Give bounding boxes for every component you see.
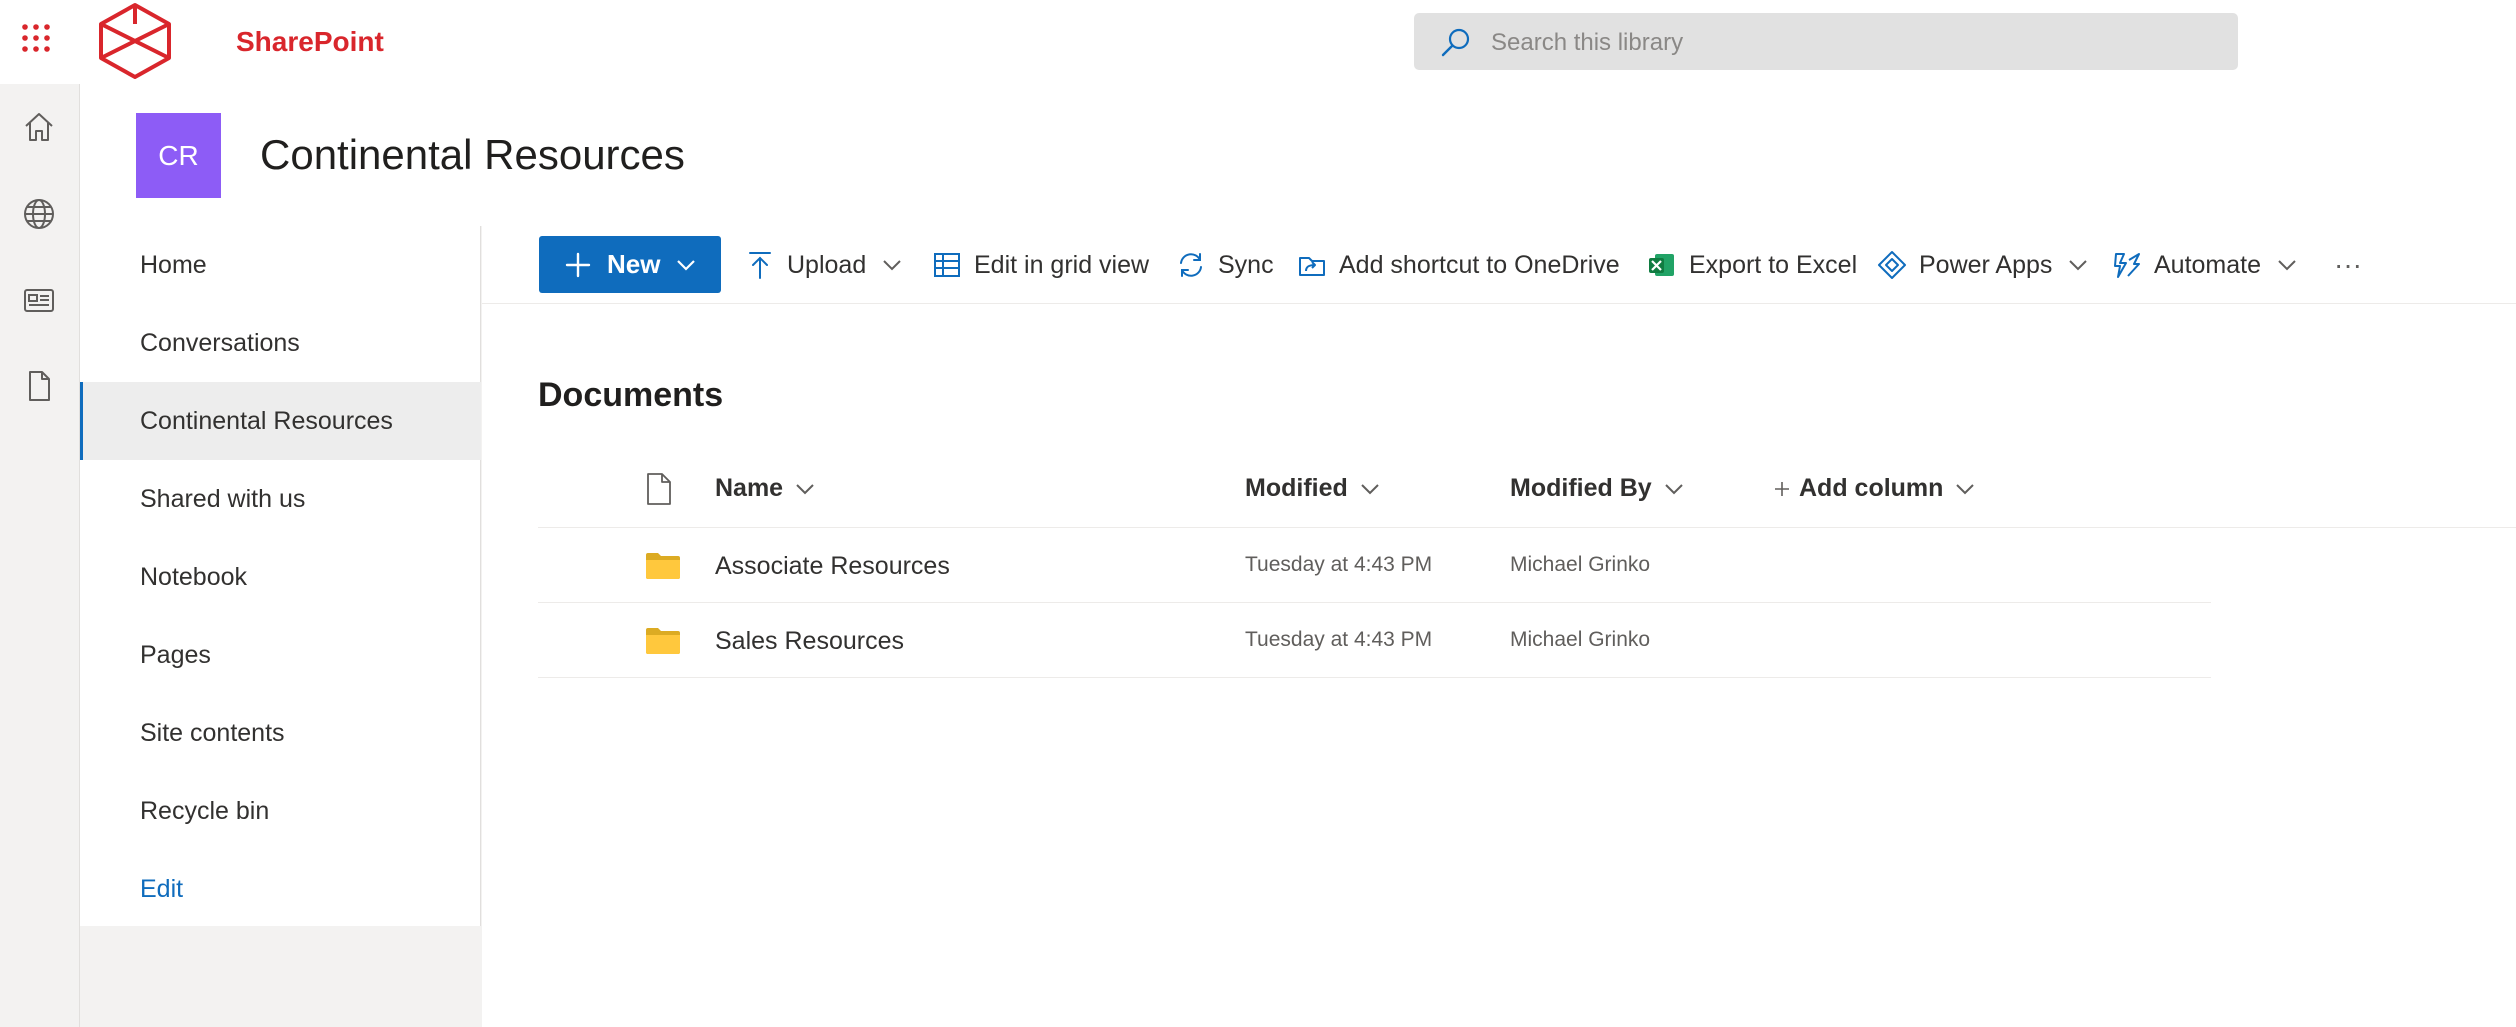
- grid-icon: [934, 253, 960, 277]
- add-shortcut-label: Add shortcut to OneDrive: [1339, 250, 1620, 279]
- search-box[interactable]: Search this library: [1414, 13, 2238, 70]
- table-row[interactable]: Associate Resources Tuesday at 4:43 PM M…: [538, 528, 2211, 603]
- edit-grid-view-label: Edit in grid view: [974, 250, 1150, 279]
- column-header-modified[interactable]: Modified: [1245, 474, 1380, 503]
- power-apps-icon: [1878, 251, 1906, 279]
- library-title: Documents: [538, 376, 724, 414]
- chevron-down-icon: [2278, 260, 2296, 271]
- sync-icon: [1180, 253, 1202, 277]
- nav-item-notebook[interactable]: Notebook: [80, 538, 481, 616]
- left-navigation: Home Conversations Continental Resources…: [80, 226, 482, 1027]
- row-modified: Tuesday at 4:43 PM: [1245, 628, 1433, 651]
- row-name[interactable]: Sales Resources: [715, 627, 904, 656]
- automate-icon: [2114, 253, 2140, 278]
- suite-header: SharePoint Search this library: [0, 0, 2516, 84]
- column-header-name[interactable]: Name: [715, 474, 815, 503]
- chevron-down-icon: [883, 260, 901, 271]
- file-type-icon[interactable]: [644, 472, 674, 506]
- upload-label: Upload: [787, 250, 867, 279]
- list-header: Name Modified Modified By Add column: [538, 452, 2516, 528]
- column-modified-label: Modified: [1245, 474, 1348, 502]
- nav-edit-link[interactable]: Edit: [80, 850, 481, 928]
- automate-label: Automate: [2154, 250, 2262, 279]
- power-apps-button[interactable]: Power Apps: [1877, 226, 2088, 304]
- plus-icon: [1775, 481, 1789, 496]
- site-logo[interactable]: CR: [136, 113, 221, 198]
- chevron-down-icon: [677, 259, 696, 271]
- command-bar: New Upload Edit in grid view Sync Add sh…: [482, 226, 2516, 304]
- column-name-label: Name: [715, 474, 784, 502]
- app-bar: [0, 84, 80, 1027]
- export-to-excel-button[interactable]: Export to Excel: [1647, 226, 1857, 304]
- add-column-label: Add column: [1799, 474, 1944, 502]
- chevron-down-icon: [1664, 483, 1683, 494]
- nav-item-shared-with-us[interactable]: Shared with us: [80, 460, 481, 538]
- chevron-down-icon: [796, 483, 814, 494]
- nav-item-continental-resources[interactable]: Continental Resources: [80, 382, 481, 460]
- edit-grid-view-button[interactable]: Edit in grid view: [932, 226, 1149, 304]
- row-name[interactable]: Associate Resources: [715, 552, 950, 581]
- red-hexagon-logo-icon[interactable]: [98, 2, 172, 80]
- table-row[interactable]: Sales Resources Tuesday at 4:43 PM Micha…: [538, 603, 2211, 678]
- excel-icon: [1649, 254, 1674, 276]
- nav-item-home[interactable]: Home: [80, 226, 481, 304]
- app-launcher-waffle-icon[interactable]: [21, 23, 51, 53]
- search-placeholder: Search this library: [1491, 29, 1684, 56]
- row-modified: Tuesday at 4:43 PM: [1245, 553, 1433, 576]
- automate-button[interactable]: Automate: [2112, 226, 2297, 304]
- document-icon[interactable]: [19, 366, 59, 406]
- nav-item-conversations[interactable]: Conversations: [80, 304, 481, 382]
- sync-button[interactable]: Sync: [1176, 226, 1274, 304]
- row-modified-by: Michael Grinko: [1510, 553, 1651, 576]
- home-icon[interactable]: [19, 107, 59, 147]
- column-header-modified-by[interactable]: Modified By: [1510, 474, 1684, 503]
- chevron-down-icon: [2069, 260, 2088, 271]
- plus-icon: [565, 252, 591, 277]
- power-apps-label: Power Apps: [1919, 250, 2053, 279]
- chevron-down-icon: [1956, 483, 1975, 494]
- column-modified-by-label: Modified By: [1510, 474, 1652, 502]
- site-title[interactable]: Continental Resources: [260, 131, 685, 179]
- new-button-label: New: [607, 249, 661, 279]
- row-modified-by: Michael Grinko: [1510, 628, 1651, 651]
- nav-item-site-contents[interactable]: Site contents: [80, 694, 481, 772]
- globe-icon[interactable]: [19, 194, 59, 234]
- nav-item-pages[interactable]: Pages: [80, 616, 481, 694]
- nav-panel: Home Conversations Continental Resources…: [80, 226, 481, 926]
- folder-icon: [645, 552, 681, 580]
- chevron-down-icon: [1361, 483, 1379, 494]
- search-icon: [1440, 27, 1472, 59]
- export-to-excel-label: Export to Excel: [1689, 250, 1858, 279]
- nav-item-recycle-bin[interactable]: Recycle bin: [80, 772, 481, 850]
- add-shortcut-button[interactable]: Add shortcut to OneDrive: [1297, 226, 1620, 304]
- news-icon[interactable]: [19, 280, 59, 320]
- more-options-button[interactable]: ···: [2334, 226, 2362, 304]
- new-button[interactable]: New: [539, 236, 721, 293]
- upload-icon: [749, 252, 771, 279]
- app-brand-name[interactable]: SharePoint: [236, 26, 384, 58]
- add-column-button[interactable]: Add column: [1773, 474, 1975, 503]
- sync-label: Sync: [1218, 250, 1274, 279]
- upload-button[interactable]: Upload: [745, 226, 902, 304]
- folder-icon: [645, 627, 681, 655]
- add-shortcut-icon: [1299, 257, 1325, 276]
